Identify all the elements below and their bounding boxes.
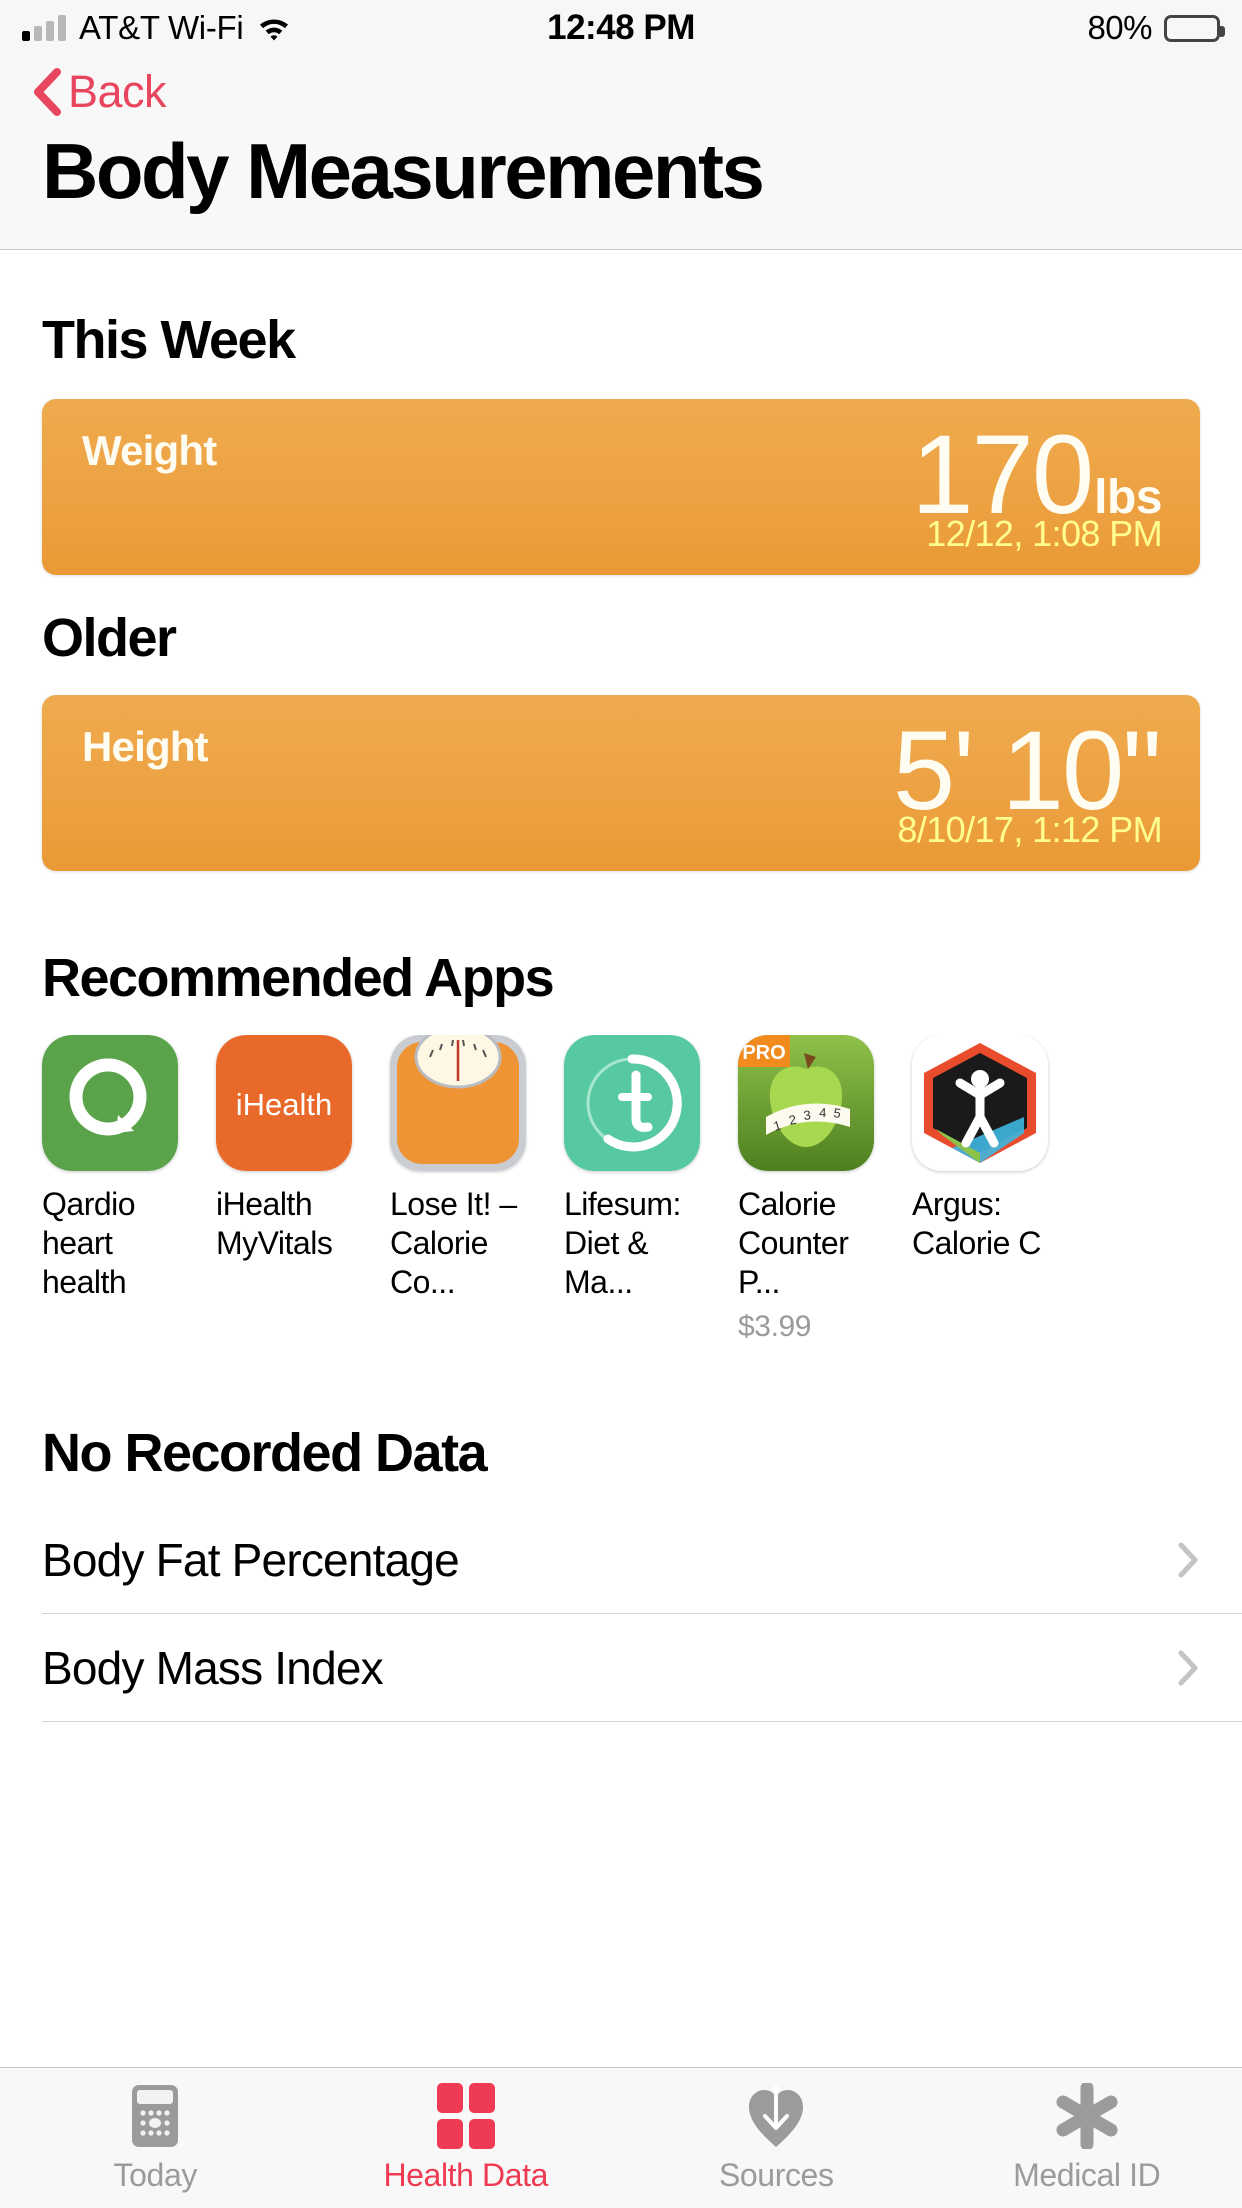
tab-medical-id[interactable]: Medical ID bbox=[932, 2068, 1242, 2208]
chevron-right-icon bbox=[1176, 1648, 1200, 1688]
carrier-label: AT&T Wi-Fi bbox=[79, 9, 243, 47]
tab-today[interactable]: Today bbox=[0, 2068, 311, 2208]
svg-text:4: 4 bbox=[819, 1105, 827, 1120]
weight-card[interactable]: Weight 170 lbs 12/12, 1:08 PM bbox=[42, 399, 1200, 575]
loseit-app-icon bbox=[390, 1035, 526, 1171]
scroll-content[interactable]: This Week Weight 170 lbs 12/12, 1:08 PM … bbox=[0, 251, 1242, 2067]
height-card-label: Height bbox=[82, 723, 208, 771]
tab-health-data[interactable]: Health Data bbox=[311, 2068, 622, 2208]
app-cell-lose-it[interactable]: Lose It! – Calorie Co... bbox=[390, 1035, 540, 1344]
section-header-no-recorded-data: No Recorded Data bbox=[42, 1422, 1242, 1484]
chevron-right-icon bbox=[1176, 1540, 1200, 1580]
ihealth-app-icon: iHealth bbox=[216, 1035, 352, 1171]
chevron-left-icon bbox=[30, 64, 64, 120]
medical-asterisk-icon bbox=[1054, 2083, 1120, 2149]
tab-label: Health Data bbox=[383, 2157, 548, 2194]
cellular-signal-icon bbox=[22, 15, 66, 41]
list-row-body-fat-percentage[interactable]: Body Fat Percentage bbox=[42, 1506, 1242, 1614]
wifi-icon bbox=[256, 14, 292, 42]
back-button[interactable]: Back bbox=[30, 64, 166, 120]
calendar-icon bbox=[130, 2083, 180, 2149]
tab-label: Medical ID bbox=[1013, 2157, 1160, 2194]
lifesum-app-icon bbox=[564, 1035, 700, 1171]
height-card-timestamp: 8/10/17, 1:12 PM bbox=[897, 809, 1162, 851]
list-row-label: Body Fat Percentage bbox=[42, 1533, 459, 1587]
tab-sources[interactable]: Sources bbox=[621, 2068, 932, 2208]
app-cell-qardio[interactable]: Qardio heart health bbox=[42, 1035, 192, 1344]
tab-bar: Today Health Data Sources bbox=[0, 2067, 1242, 2208]
health-data-grid-icon bbox=[437, 2083, 495, 2149]
navigation-bar: Back Body Measurements bbox=[0, 56, 1242, 250]
height-card[interactable]: Height 5' 10" 8/10/17, 1:12 PM bbox=[42, 695, 1200, 871]
argus-app-icon bbox=[912, 1035, 1048, 1171]
app-cell-calorie-counter-pro[interactable]: 1 2 3 4 5 PRO Calorie Counter P... $3.99 bbox=[738, 1035, 888, 1344]
battery-percentage-label: 80% bbox=[1087, 9, 1152, 47]
app-cell-ihealth[interactable]: iHealth iHealth MyVitals bbox=[216, 1035, 366, 1344]
app-name: Lose It! – Calorie Co... bbox=[390, 1185, 540, 1302]
tab-label: Today bbox=[114, 2157, 197, 2194]
app-name: iHealth MyVitals bbox=[216, 1185, 366, 1263]
list-row-label: Body Mass Index bbox=[42, 1641, 383, 1695]
app-price: $3.99 bbox=[738, 1310, 888, 1344]
section-header-this-week: This Week bbox=[42, 309, 1242, 371]
svg-text:iHealth: iHealth bbox=[236, 1087, 333, 1122]
app-cell-argus[interactable]: Argus: Calorie C bbox=[912, 1035, 1062, 1344]
section-header-recommended-apps: Recommended Apps bbox=[42, 947, 1242, 1009]
back-button-label: Back bbox=[68, 66, 166, 118]
status-bar-left: AT&T Wi-Fi bbox=[22, 9, 1087, 47]
app-name: Argus: Calorie C bbox=[912, 1185, 1062, 1263]
health-app-screen: AT&T Wi-Fi 12:48 PM 80% bbox=[0, 0, 1242, 2208]
download-heart-icon bbox=[745, 2083, 807, 2149]
qardio-app-icon bbox=[42, 1035, 178, 1171]
tab-label: Sources bbox=[719, 2157, 834, 2194]
page-title: Body Measurements bbox=[42, 126, 762, 217]
section-header-older: Older bbox=[42, 607, 1242, 669]
weight-card-timestamp: 12/12, 1:08 PM bbox=[926, 513, 1162, 555]
calorie-counter-pro-app-icon: 1 2 3 4 5 PRO bbox=[738, 1035, 874, 1171]
app-name: Qardio heart health bbox=[42, 1185, 192, 1302]
status-bar-right: 80% bbox=[1087, 9, 1220, 47]
app-name: Lifesum: Diet & Ma... bbox=[564, 1185, 714, 1302]
weight-card-label: Weight bbox=[82, 427, 216, 475]
app-cell-lifesum[interactable]: Lifesum: Diet & Ma... bbox=[564, 1035, 714, 1344]
svg-text:PRO: PRO bbox=[742, 1042, 785, 1064]
app-name: Calorie Counter P... bbox=[738, 1185, 888, 1302]
list-row-body-mass-index[interactable]: Body Mass Index bbox=[42, 1614, 1242, 1722]
status-bar: AT&T Wi-Fi 12:48 PM 80% bbox=[0, 0, 1242, 56]
recommended-apps-row[interactable]: Qardio heart health iHealth iHealth MyVi… bbox=[0, 1035, 1242, 1344]
battery-icon bbox=[1164, 15, 1220, 42]
